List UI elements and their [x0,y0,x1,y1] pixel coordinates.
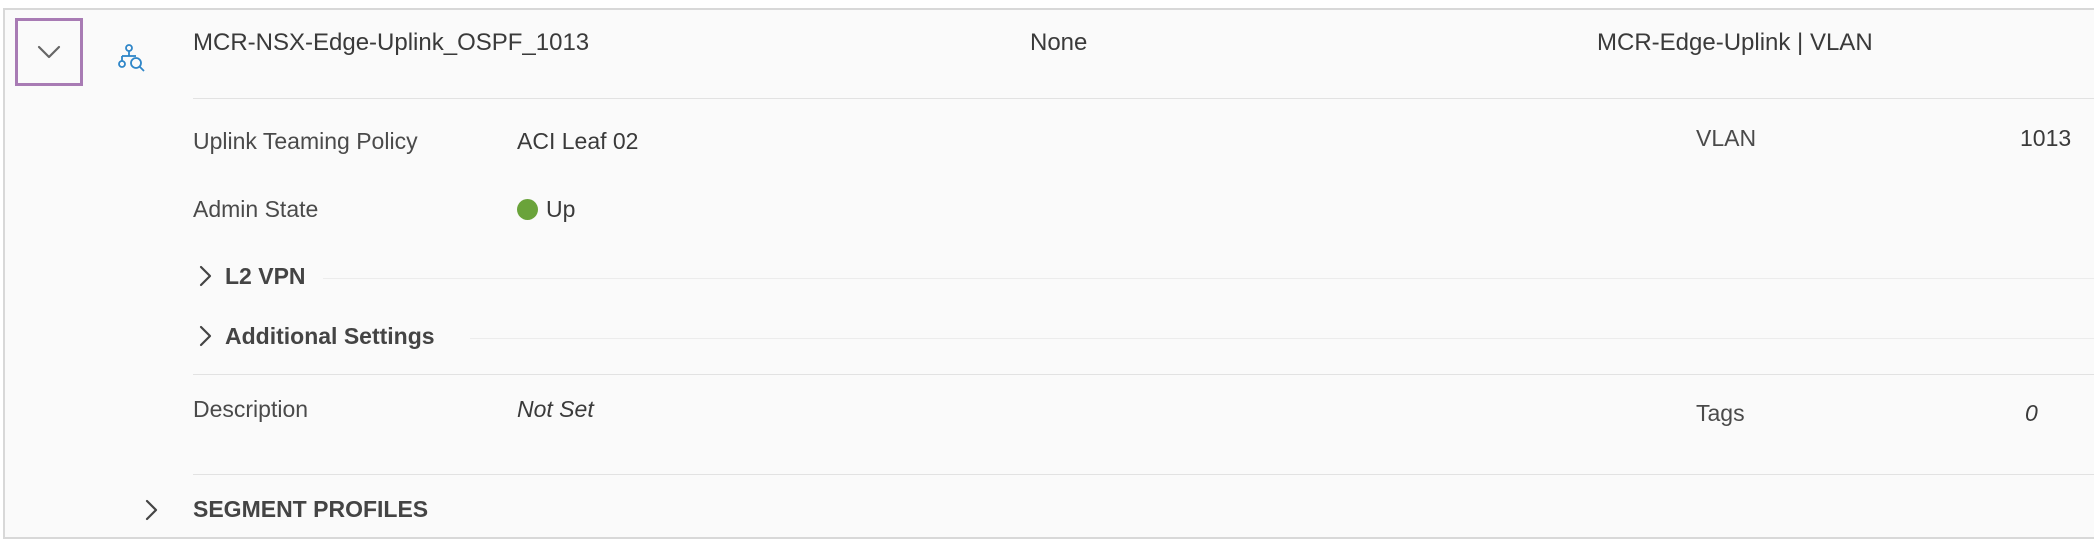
description-value: Not Set [517,396,594,422]
admin-state-value: Up [517,194,575,224]
tags-label: Tags [1696,400,1745,426]
segment-connectivity: None [1030,29,1088,56]
segment-network-icon [118,44,145,72]
description-label: Description [193,396,309,422]
profiles-divider [193,474,2094,475]
l2vpn-divider [323,278,2094,279]
segment-profiles-expand[interactable] [143,498,159,527]
segment-transport-zone: MCR-Edge-Uplink | VLAN [1597,29,1873,56]
segment-row-panel: MCR-NSX-Edge-Uplink_OSPF_1013 None MCR-E… [3,8,2094,539]
chevron-right-icon [199,265,212,287]
row-collapse-toggle[interactable] [15,18,83,86]
additional-settings-divider [470,338,2094,339]
l2vpn-label[interactable]: L2 VPN [225,261,306,291]
tags-value[interactable]: 0 [2025,398,2038,428]
chevron-down-icon [37,45,61,59]
uplink-teaming-policy-value: ACI Leaf 02 [517,128,639,154]
additional-settings-expand[interactable] [197,324,213,353]
additional-settings-label[interactable]: Additional Settings [225,321,435,351]
header-divider [193,98,2094,99]
segment-name[interactable]: MCR-NSX-Edge-Uplink_OSPF_1013 [193,28,589,58]
admin-state-label: Admin State [193,196,319,222]
admin-state-text: Up [546,196,576,222]
l2vpn-expand[interactable] [197,264,213,293]
chevron-right-icon [199,325,212,347]
uplink-teaming-policy-label: Uplink Teaming Policy [193,128,418,154]
settings-divider [193,374,2094,375]
vlan-value: 1013 [2020,125,2072,151]
segment-profiles-label[interactable]: SEGMENT PROFILES [193,494,428,524]
chevron-right-icon [145,499,158,521]
vlan-label: VLAN [1696,125,1757,151]
status-up-icon [517,199,538,220]
